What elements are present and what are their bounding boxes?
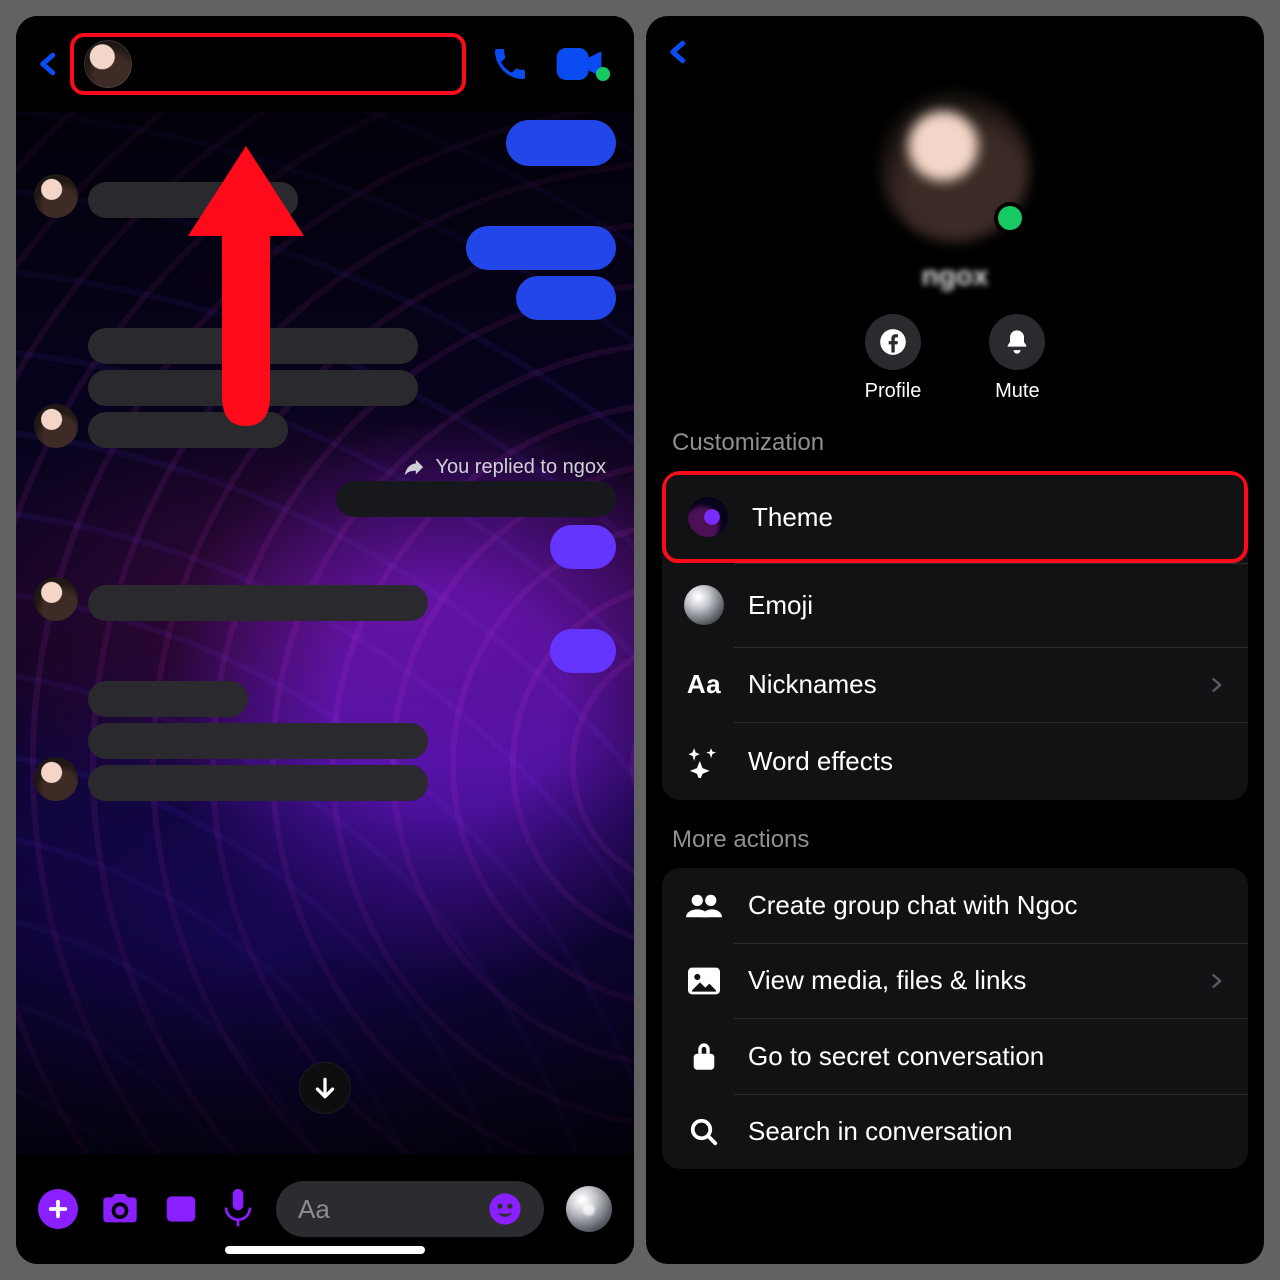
scroll-to-bottom-button[interactable] <box>299 1062 351 1114</box>
aa-icon: Aa <box>687 669 721 700</box>
secret-conversation-row[interactable]: Go to secret conversation <box>662 1018 1248 1094</box>
sparkle-icon <box>687 744 721 778</box>
home-indicator <box>225 1246 425 1254</box>
bell-icon <box>1003 328 1031 356</box>
details-screenshot: ngox Profile Mute Customization Theme <box>646 16 1264 1264</box>
chat-top-bar <box>16 16 634 112</box>
view-media-row[interactable]: View media, files & links <box>662 943 1248 1018</box>
profile-button[interactable]: Profile <box>865 314 922 403</box>
message-input[interactable]: Aa <box>276 1181 544 1237</box>
profile-name: ngox <box>922 260 989 292</box>
message-placeholder: Aa <box>298 1194 330 1225</box>
facebook-icon <box>879 328 907 356</box>
audio-call-icon[interactable] <box>490 44 530 84</box>
theme-row[interactable]: Theme <box>662 471 1248 563</box>
emoji-picker-icon[interactable] <box>488 1192 522 1226</box>
chevron-right-icon <box>1206 971 1226 991</box>
group-icon <box>686 892 722 920</box>
nicknames-row[interactable]: Aa Nicknames <box>662 647 1248 722</box>
search-icon <box>689 1117 719 1147</box>
microphone-icon[interactable] <box>222 1189 254 1229</box>
video-call-icon[interactable] <box>556 48 616 80</box>
chat-screenshot: You replied to ngox <box>16 16 634 1264</box>
lock-icon <box>690 1040 718 1072</box>
avatar <box>34 174 78 218</box>
chevron-right-icon <box>1206 675 1226 695</box>
avatar <box>34 404 78 448</box>
reply-preview: You replied to ngox <box>34 456 606 479</box>
avatar <box>84 40 132 88</box>
section-more-actions: More actions <box>646 800 1264 868</box>
messages-area: You replied to ngox <box>34 112 616 1134</box>
back-icon[interactable] <box>664 32 694 72</box>
emoji-icon <box>684 585 724 625</box>
arrow-down-icon <box>312 1075 338 1101</box>
profile-hero: ngox Profile Mute <box>646 92 1264 403</box>
add-button[interactable] <box>38 1189 78 1229</box>
create-group-row[interactable]: Create group chat with Ngoc <box>662 868 1248 943</box>
word-effects-row[interactable]: Word effects <box>662 722 1248 800</box>
plus-icon <box>47 1198 69 1220</box>
sticker-button[interactable] <box>566 1186 612 1232</box>
avatar <box>34 757 78 801</box>
header-profile-button[interactable] <box>70 33 466 95</box>
image-icon[interactable] <box>162 1190 200 1228</box>
online-dot-icon <box>596 67 610 81</box>
emoji-row[interactable]: Emoji <box>662 563 1248 647</box>
reply-icon <box>403 457 425 479</box>
theme-thumb-icon <box>688 497 728 537</box>
media-icon <box>688 967 720 995</box>
online-dot-icon <box>998 206 1022 230</box>
camera-icon[interactable] <box>100 1189 140 1229</box>
search-in-conversation-row[interactable]: Search in conversation <box>662 1094 1248 1169</box>
back-icon[interactable] <box>34 44 64 84</box>
mute-button[interactable]: Mute <box>989 314 1045 403</box>
avatar <box>34 577 78 621</box>
section-customization: Customization <box>646 403 1264 471</box>
